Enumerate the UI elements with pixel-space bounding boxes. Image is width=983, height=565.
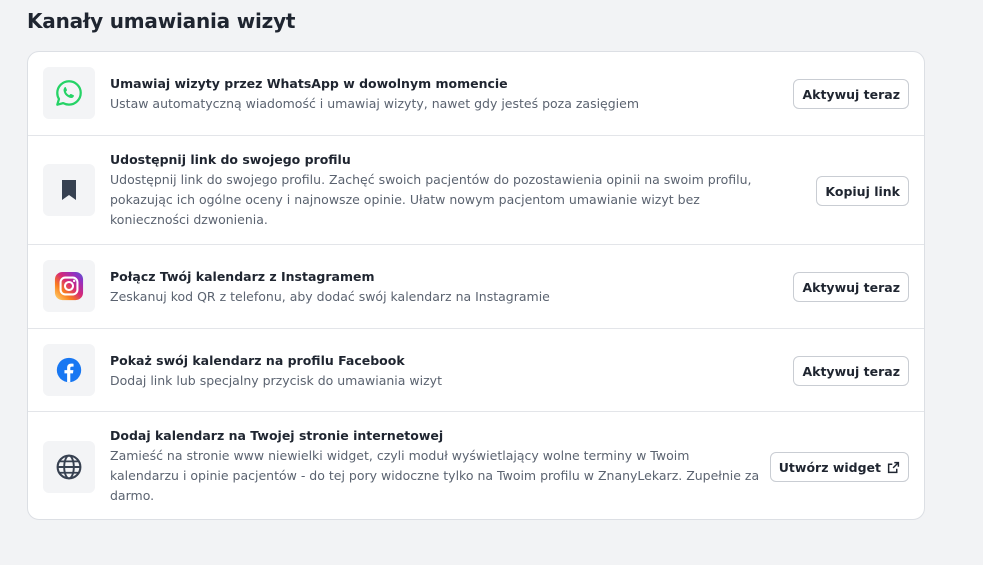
bookmark-icon <box>43 164 95 216</box>
button-label: Aktywuj teraz <box>802 279 900 295</box>
button-label: Aktywuj teraz <box>802 86 900 102</box>
channel-title: Umawiaj wizyty przez WhatsApp w dowolnym… <box>110 76 508 91</box>
channel-text: Połącz Twój kalendarz z Instagramem Zesk… <box>110 267 760 307</box>
channel-description: Ustaw automatyczną wiadomość i umawiaj w… <box>110 96 640 111</box>
instagram-icon <box>43 260 95 312</box>
channel-description: Zeskanuj kod QR z telefonu, aby dodać sw… <box>110 289 550 304</box>
channel-row-whatsapp: Umawiaj wizyty przez WhatsApp w dowolnym… <box>28 52 924 136</box>
facebook-icon <box>43 344 95 396</box>
channel-description: Zamieść na stronie www niewielki widget,… <box>110 448 760 503</box>
button-label: Kopiuj link <box>825 183 900 199</box>
channel-title: Pokaż swój kalendarz na profilu Facebook <box>110 353 405 368</box>
channel-description: Dodaj link lub specjalny przycisk do uma… <box>110 373 442 388</box>
channel-row-facebook: Pokaż swój kalendarz na profilu Facebook… <box>28 329 924 412</box>
channel-text: Umawiaj wizyty przez WhatsApp w dowolnym… <box>110 74 760 114</box>
button-label: Utwórz widget <box>778 459 881 475</box>
external-link-icon <box>887 461 900 474</box>
channel-title: Dodaj kalendarz na Twojej stronie intern… <box>110 428 444 443</box>
copy-link-button[interactable]: Kopiuj link <box>816 176 909 206</box>
channel-row-share-link: Udostępnij link do swojego profilu Udost… <box>28 136 924 245</box>
whatsapp-icon <box>43 67 95 119</box>
activate-whatsapp-button[interactable]: Aktywuj teraz <box>793 79 909 109</box>
channel-text: Dodaj kalendarz na Twojej stronie intern… <box>110 426 760 506</box>
globe-icon <box>43 441 95 493</box>
channel-row-instagram: Połącz Twój kalendarz z Instagramem Zesk… <box>28 245 924 329</box>
channel-title: Udostępnij link do swojego profilu <box>110 152 351 167</box>
channel-row-website: Dodaj kalendarz na Twojej stronie intern… <box>28 412 924 519</box>
channels-card: Umawiaj wizyty przez WhatsApp w dowolnym… <box>27 51 925 520</box>
channel-text: Udostępnij link do swojego profilu Udost… <box>110 150 760 230</box>
page-title: Kanały umawiania wizyt <box>27 9 296 33</box>
channel-text: Pokaż swój kalendarz na profilu Facebook… <box>110 351 760 391</box>
channel-description: Udostępnij link do swojego profilu. Zach… <box>110 172 752 227</box>
create-widget-button[interactable]: Utwórz widget <box>769 452 909 482</box>
button-label: Aktywuj teraz <box>802 363 900 379</box>
activate-facebook-button[interactable]: Aktywuj teraz <box>793 356 909 386</box>
activate-instagram-button[interactable]: Aktywuj teraz <box>793 272 909 302</box>
channel-title: Połącz Twój kalendarz z Instagramem <box>110 269 375 284</box>
